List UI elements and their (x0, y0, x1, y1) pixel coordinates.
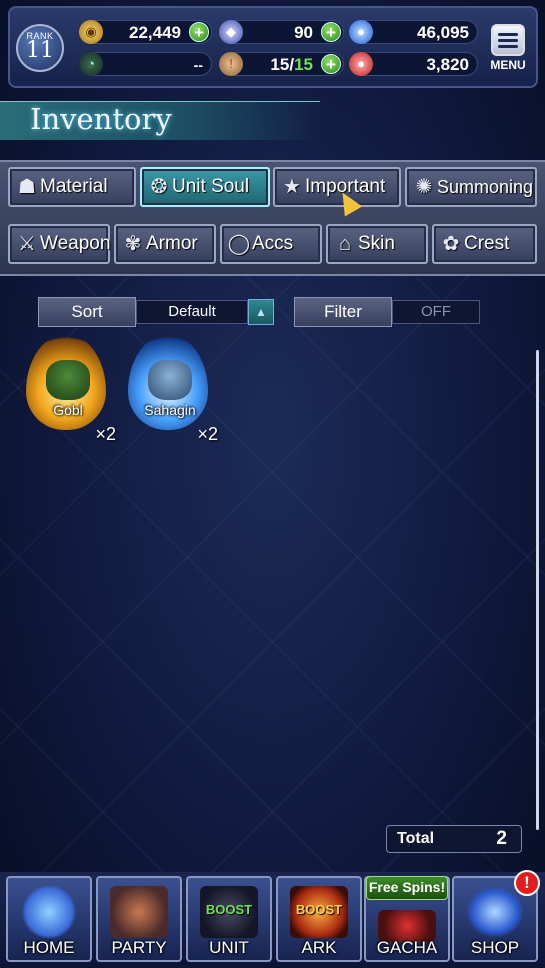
sort-label: Sort (38, 297, 136, 327)
sahagin-portrait (148, 360, 192, 400)
tab-weapon[interactable]: ⚔ Weapon (8, 224, 110, 264)
nav-label: UNIT (209, 938, 249, 957)
rank-value: 11 (26, 38, 54, 63)
nav-label: GACHA (376, 938, 438, 957)
exp-counter: ◔ -- (79, 52, 212, 76)
gil-counter: ◉ 22,449 + (79, 20, 212, 44)
scrollbar[interactable] (536, 350, 539, 830)
red-orb-icon: ● (349, 52, 373, 76)
filter-control[interactable]: Filter OFF (294, 297, 482, 327)
add-stamina-button[interactable]: + (321, 54, 341, 74)
tab-label: Material (40, 176, 108, 197)
tab-material[interactable]: ☗ Material (8, 167, 136, 207)
nav-label: SHOP (470, 938, 520, 957)
gil-value: 22,449 (129, 23, 181, 42)
gobl-portrait (46, 360, 90, 400)
lapis-crystal-icon: ◆ (219, 20, 243, 44)
crystal-value: 90 (294, 23, 313, 42)
armor-icon: ✾ (124, 233, 142, 255)
sort-order-toggle[interactable]: ▲ (248, 299, 274, 325)
orb-counter: ● 46,095 (349, 20, 478, 44)
item-quantity: ×2 (197, 424, 218, 444)
item-name: Gobl (53, 402, 83, 418)
unit-boost-label: BOOST (205, 902, 253, 917)
add-gil-button[interactable]: + (189, 22, 209, 42)
shop-alert-badge: ! (514, 870, 540, 896)
item-quantity: ×2 (95, 424, 116, 444)
red-currency-value: 3,820 (426, 55, 469, 74)
crest-icon: ✿ (442, 233, 460, 255)
filter-label: Filter (294, 297, 392, 327)
nav-party-button[interactable]: PARTY (96, 876, 182, 962)
sort-control[interactable]: Sort Default ▲ (38, 297, 278, 327)
free-spins-badge: Free Spins! (366, 876, 448, 900)
tab-unit-soul[interactable]: ❂ Unit Soul (140, 167, 270, 207)
sword-icon: ⚔ (18, 233, 36, 255)
nav-home-button[interactable]: HOME (6, 876, 92, 962)
star-icon: ★ (283, 176, 301, 198)
party-portrait-icon (110, 886, 168, 938)
nav-label: PARTY (111, 938, 167, 957)
rank-badge[interactable]: RANK 11 (16, 24, 64, 72)
tab-label: Accs (252, 233, 294, 254)
crystal-counter: ◆ 90 + (219, 20, 344, 44)
ark-boost-label: BOOST (295, 902, 343, 917)
home-icon (20, 886, 78, 938)
shop-crystal-icon (466, 886, 524, 938)
soul-icon: ❂ (150, 176, 168, 198)
menu-label: MENU (490, 58, 526, 72)
nav-ark-button[interactable]: BOOST ARK (276, 876, 362, 962)
stamina-counter: ! 15/15 + (219, 52, 344, 76)
summon-icon: ✺ (415, 176, 433, 198)
ring-icon: ◯ (227, 233, 251, 255)
tab-crest[interactable]: ✿ Crest (432, 224, 537, 264)
tab-armor[interactable]: ✾ Armor (114, 224, 216, 264)
inventory-item[interactable]: Sahagin ×2 (122, 330, 218, 444)
stamina-max: 15 (294, 55, 313, 74)
tab-label: Crest (464, 233, 510, 254)
stamina-value: 15/15 (270, 55, 313, 75)
exp-gauge-icon: ◔ (79, 52, 103, 76)
red-currency-counter: ● 3,820 (349, 52, 478, 76)
blue-orb-icon: ● (349, 20, 373, 44)
tab-summoning[interactable]: ✺ Summoning (405, 167, 537, 207)
exp-value: -- (193, 57, 203, 73)
stamina-current: 15 (270, 55, 290, 74)
add-crystals-button[interactable]: + (321, 22, 341, 42)
stamina-icon: ! (219, 52, 243, 76)
bag-icon: ☗ (18, 176, 36, 198)
total-count-box: Total 2 (386, 825, 522, 853)
tab-label: Summoning (437, 176, 534, 197)
gil-coin-icon: ◉ (79, 20, 103, 44)
menu-button[interactable]: MENU (488, 24, 528, 74)
tab-skin[interactable]: ⌂ Skin (326, 224, 428, 264)
tab-label: Weapon (40, 233, 111, 254)
tab-accs[interactable]: ◯ Accs (220, 224, 322, 264)
total-value: 2 (496, 828, 507, 849)
nav-label: ARK (301, 938, 337, 957)
inventory-item[interactable]: Gobl ×2 (20, 330, 116, 444)
nav-label: HOME (23, 938, 75, 957)
page-title: Inventory (30, 102, 172, 136)
hamburger-icon (491, 24, 525, 56)
sort-value[interactable]: Default (136, 300, 248, 324)
tab-label: Skin (358, 233, 395, 254)
total-label: Total (397, 830, 435, 847)
nav-unit-button[interactable]: BOOST UNIT (186, 876, 272, 962)
tab-label: Armor (146, 233, 198, 254)
tab-label: Unit Soul (172, 176, 250, 197)
filter-value[interactable]: OFF (392, 300, 480, 324)
orb-value: 46,095 (417, 23, 469, 42)
item-name: Sahagin (144, 402, 196, 418)
hanger-icon: ⌂ (338, 233, 352, 255)
